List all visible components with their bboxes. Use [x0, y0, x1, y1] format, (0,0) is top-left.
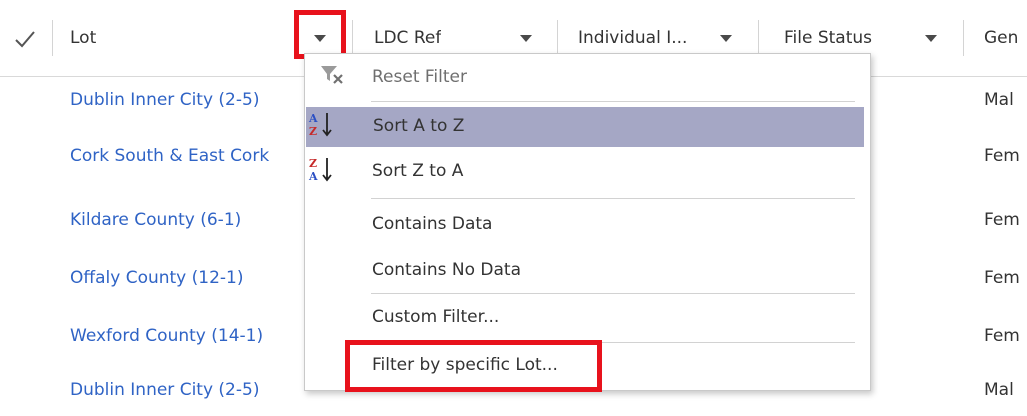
sort-descending-icon: Z A	[308, 157, 332, 183]
highlight-filter-specific-lot	[345, 340, 602, 392]
lot-link[interactable]: Offaly County (12-1)	[70, 268, 244, 288]
column-header-label: Gen	[984, 28, 1019, 48]
column-header-lot[interactable]: Lot	[70, 0, 280, 76]
dropdown-caret-icon[interactable]	[720, 35, 732, 42]
lot-link[interactable]: Cork South & East Cork	[70, 146, 269, 166]
menu-item-contains-no-data[interactable]: Contains No Data	[305, 251, 865, 291]
menu-separator	[371, 198, 855, 199]
gender-cell: Fem	[984, 210, 1020, 230]
column-separator	[557, 20, 558, 56]
column-separator	[52, 20, 53, 56]
sort-ascending-icon: A Z	[308, 112, 332, 138]
check-icon[interactable]	[10, 24, 40, 54]
column-separator	[758, 20, 759, 56]
gender-cell: Fem	[984, 268, 1020, 288]
column-separator	[352, 20, 353, 56]
menu-item-custom-filter[interactable]: Custom Filter...	[305, 298, 865, 338]
column-header-label: Individual I...	[578, 28, 688, 48]
menu-item-sort-z-to-a[interactable]: Z A Sort Z to A	[305, 152, 865, 192]
dropdown-caret-icon[interactable]	[520, 35, 532, 42]
gender-cell: Mal	[984, 380, 1014, 400]
svg-text:A: A	[308, 112, 318, 125]
svg-text:Z: Z	[309, 157, 317, 170]
menu-item-label: Contains Data	[372, 214, 493, 234]
lot-link[interactable]: Dublin Inner City (2-5)	[70, 380, 259, 400]
column-header-gender[interactable]: Gen	[984, 0, 1027, 76]
column-header-label: LDC Ref	[374, 28, 442, 48]
gender-cell: Fem	[984, 146, 1020, 166]
menu-item-label: Sort A to Z	[373, 116, 465, 136]
dropdown-caret-icon[interactable]	[925, 35, 937, 42]
column-header-label: File Status	[784, 28, 873, 48]
menu-item-label: Reset Filter	[372, 67, 467, 87]
column-header-label: Lot	[70, 28, 97, 48]
highlight-lot-filter-button	[294, 10, 346, 59]
menu-separator	[371, 293, 855, 294]
data-grid: Lot LDC Ref Individual I... File Status …	[0, 0, 1027, 400]
menu-item-sort-a-to-z[interactable]: A Z Sort A to Z	[306, 107, 864, 147]
menu-item-label: Custom Filter...	[372, 307, 500, 327]
lot-link[interactable]: Kildare County (6-1)	[70, 210, 241, 230]
menu-item-label: Contains No Data	[372, 260, 521, 280]
svg-text:A: A	[308, 170, 318, 183]
menu-item-label: Sort Z to A	[372, 161, 464, 181]
menu-separator	[371, 101, 855, 102]
clear-filter-icon	[321, 66, 343, 84]
gender-cell: Mal	[984, 90, 1014, 110]
lot-link[interactable]: Wexford County (14-1)	[70, 326, 263, 346]
svg-text:Z: Z	[309, 125, 317, 138]
lot-link[interactable]: Dublin Inner City (2-5)	[70, 90, 259, 110]
menu-item-contains-data[interactable]: Contains Data	[305, 205, 865, 245]
gender-cell: Fem	[984, 326, 1020, 346]
column-separator	[963, 20, 964, 56]
menu-item-reset-filter[interactable]: Reset Filter	[305, 58, 865, 98]
